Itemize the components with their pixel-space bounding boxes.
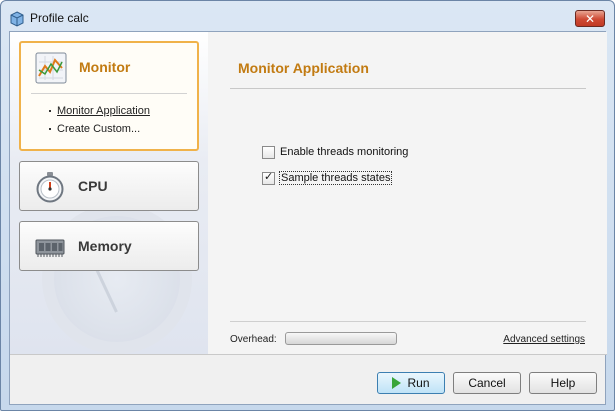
sub-item-create-custom[interactable]: Create Custom... — [21, 120, 197, 138]
run-button[interactable]: Run — [377, 372, 445, 394]
cancel-button[interactable]: Cancel — [453, 372, 521, 394]
category-cpu[interactable]: CPU — [19, 161, 199, 211]
button-bar-divider — [10, 354, 607, 355]
help-label: Help — [550, 376, 576, 390]
close-button[interactable]: ✕ — [575, 10, 605, 27]
overhead-meter — [285, 332, 397, 345]
footer-divider — [230, 321, 586, 322]
monitor-chart-icon — [35, 52, 67, 84]
memory-chip-icon — [35, 239, 65, 257]
category-label: CPU — [78, 178, 108, 194]
sub-item-monitor-application[interactable]: Monitor Application — [21, 102, 197, 120]
play-icon — [392, 377, 402, 389]
sub-item-label: Create Custom... — [57, 123, 141, 135]
category-memory[interactable]: Memory — [19, 221, 199, 271]
dialog-body: Monitor Monitor Application Create Custo… — [9, 31, 607, 405]
checkbox-label: Sample threads states — [278, 171, 393, 185]
sample-threads-states-checkbox[interactable]: Sample threads states — [262, 170, 393, 186]
advanced-settings-link[interactable]: Advanced settings — [503, 334, 585, 345]
checkbox-label: Enable threads monitoring — [280, 146, 409, 158]
category-monitor[interactable]: Monitor Monitor Application Create Custo… — [19, 41, 199, 151]
bullet — [49, 128, 51, 130]
stopwatch-icon — [36, 172, 64, 203]
category-label: Monitor — [79, 59, 131, 75]
category-label: Memory — [78, 238, 132, 254]
section-title: Monitor Application — [238, 60, 369, 76]
bullet — [49, 110, 51, 112]
profile-dialog: Profile calc ✕ Monitor Monitor Applicati… — [0, 0, 615, 411]
enable-threads-monitoring-checkbox[interactable]: Enable threads monitoring — [262, 144, 408, 160]
settings-panel: Monitor Application Enable threads monit… — [208, 32, 607, 354]
title-bar[interactable]: Profile calc ✕ — [1, 1, 614, 35]
sub-item-label: Monitor Application — [57, 105, 150, 117]
checkbox-box[interactable] — [262, 170, 275, 185]
close-icon: ✕ — [584, 11, 596, 26]
overhead-label: Overhead: — [230, 334, 277, 345]
window-title: Profile calc — [30, 11, 89, 25]
section-divider — [230, 88, 586, 89]
run-label: Run — [407, 376, 430, 390]
checkbox-box[interactable] — [262, 145, 275, 159]
cancel-label: Cancel — [468, 376, 506, 390]
category-panel: Monitor Monitor Application Create Custo… — [10, 32, 208, 354]
help-button[interactable]: Help — [529, 372, 597, 394]
app-cube-icon — [10, 11, 24, 27]
